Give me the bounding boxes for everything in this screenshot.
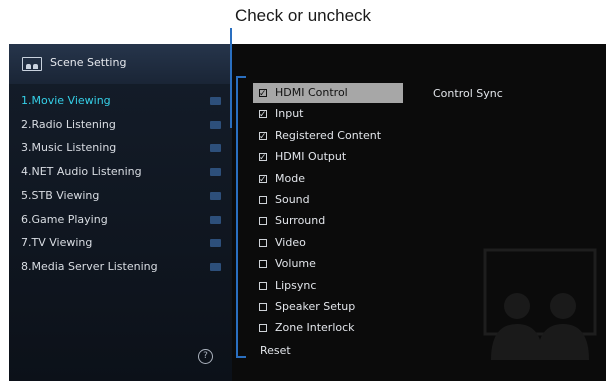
option-label: Zone Interlock	[275, 321, 355, 335]
scene-item[interactable]: 5.STB Viewing	[21, 186, 221, 206]
scene-folder-icon	[210, 120, 221, 129]
scene-item[interactable]: 1.Movie Viewing	[21, 91, 221, 111]
scene-folder-icon	[210, 191, 221, 200]
scene-item-label: 3.Music Listening	[21, 141, 117, 155]
option-label: Input	[275, 107, 304, 121]
check-bracket-annotation	[236, 76, 246, 358]
unchecked-checkbox[interactable]	[259, 238, 267, 247]
option-row[interactable]: HDMI Output	[253, 147, 403, 168]
scene-item-label: 4.NET Audio Listening	[21, 165, 142, 179]
option-label: Sound	[275, 193, 310, 206]
option-label: Surround	[275, 214, 326, 228]
scene-setting-header: Scene Setting	[9, 44, 232, 84]
page-title: Scene Setting	[50, 56, 127, 69]
option-label: HDMI Output	[275, 150, 347, 164]
scene-item[interactable]: 7.TV Viewing	[21, 233, 221, 253]
option-row[interactable]: Input	[253, 104, 403, 125]
scene-item[interactable]: 4.NET Audio Listening	[21, 162, 221, 182]
scene-folder-icon	[210, 239, 221, 248]
unchecked-checkbox[interactable]	[259, 217, 267, 226]
scene-item[interactable]: 6.Game Playing	[21, 210, 221, 230]
scene-item[interactable]: 2.Radio Listening	[21, 115, 221, 135]
reset-button[interactable]: Reset	[260, 344, 291, 357]
callout-text: Check or uncheck	[234, 6, 372, 25]
scene-item[interactable]: 8.Media Server Listening	[21, 257, 221, 277]
unchecked-checkbox[interactable]	[259, 260, 267, 269]
option-label: Speaker Setup	[275, 300, 356, 313]
option-label: Volume	[275, 257, 316, 271]
option-row[interactable]: Video	[253, 233, 403, 253]
option-description: Control Sync	[433, 87, 503, 100]
option-row[interactable]: Volume	[253, 254, 403, 274]
unchecked-checkbox[interactable]	[259, 196, 267, 204]
scene-folder-icon	[210, 97, 221, 105]
checked-checkbox[interactable]	[259, 127, 267, 147]
scene-item-label: 5.STB Viewing	[21, 188, 100, 202]
option-row[interactable]: Sound	[253, 190, 403, 210]
option-row[interactable]: Zone Interlock	[253, 318, 403, 338]
checked-checkbox[interactable]	[259, 105, 267, 125]
scene-item-label: 7.TV Viewing	[21, 236, 93, 250]
option-row[interactable]: Mode	[253, 169, 403, 190]
scene-item-label: 6.Game Playing	[21, 212, 108, 226]
scene-watermark-icon	[483, 248, 597, 360]
option-row[interactable]: Surround	[253, 211, 403, 231]
scene-icon	[22, 57, 42, 71]
checked-checkbox[interactable]	[259, 170, 267, 190]
scene-folder-icon	[210, 215, 221, 224]
scene-item-label: 8.Media Server Listening	[21, 259, 158, 273]
checked-checkbox[interactable]	[259, 148, 267, 168]
checked-checkbox[interactable]	[259, 84, 267, 104]
option-row[interactable]: Registered Content	[253, 126, 403, 147]
scene-folder-icon	[210, 144, 221, 153]
scene-item[interactable]: 3.Music Listening	[21, 138, 221, 158]
scene-list-panel: Scene Setting 1.Movie Viewing 2.Radio Lis…	[9, 44, 232, 381]
option-row[interactable]: Lipsync	[253, 276, 403, 296]
unchecked-checkbox[interactable]	[259, 324, 267, 333]
osd-screen: Scene Setting 1.Movie Viewing 2.Radio Lis…	[9, 44, 606, 381]
option-label: Mode	[275, 171, 305, 185]
help-icon[interactable]: ?	[198, 349, 213, 364]
unchecked-checkbox[interactable]	[259, 303, 267, 311]
option-label: Lipsync	[275, 278, 317, 292]
option-row[interactable]: HDMI Control	[253, 83, 403, 104]
option-label: Registered Content	[275, 128, 382, 142]
option-row[interactable]: Speaker Setup	[253, 297, 403, 317]
option-label: HDMI Control	[275, 86, 348, 99]
callout-pointer-line	[230, 28, 232, 128]
scene-folder-icon	[210, 262, 221, 271]
unchecked-checkbox[interactable]	[259, 281, 267, 290]
scene-item-label: 2.Radio Listening	[21, 117, 116, 131]
scene-item-label: 1.Movie Viewing	[21, 94, 111, 107]
scene-folder-icon	[210, 168, 221, 177]
option-label: Video	[275, 235, 306, 249]
callout-annotation: Check or uncheck	[0, 0, 606, 44]
